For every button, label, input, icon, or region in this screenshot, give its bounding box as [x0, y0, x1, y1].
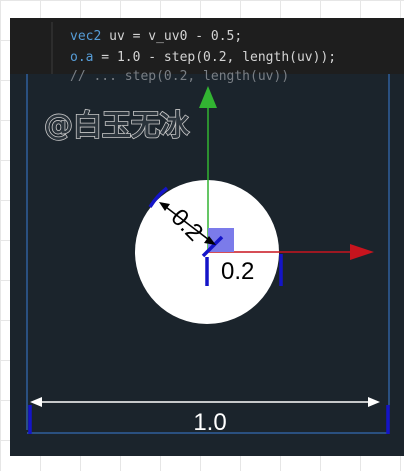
radius-horizontal-label: 0.2: [221, 258, 254, 285]
uv-step-diagram: vec2 uv = v_uv0 - 0.5; o.a = 1.0 - step(…: [10, 18, 404, 456]
code-line-2: o.a = 1.0 - step(0.2, length(uv));: [70, 50, 336, 65]
code-editor-background: [10, 18, 404, 76]
watermark-text: @白玉无冰: [44, 108, 190, 142]
code-line-3-partial: // ... step(0.2, length(uv)): [70, 69, 289, 84]
width-label: 1.0: [193, 409, 226, 436]
code-line-1: vec2 uv = v_uv0 - 0.5;: [70, 29, 242, 44]
